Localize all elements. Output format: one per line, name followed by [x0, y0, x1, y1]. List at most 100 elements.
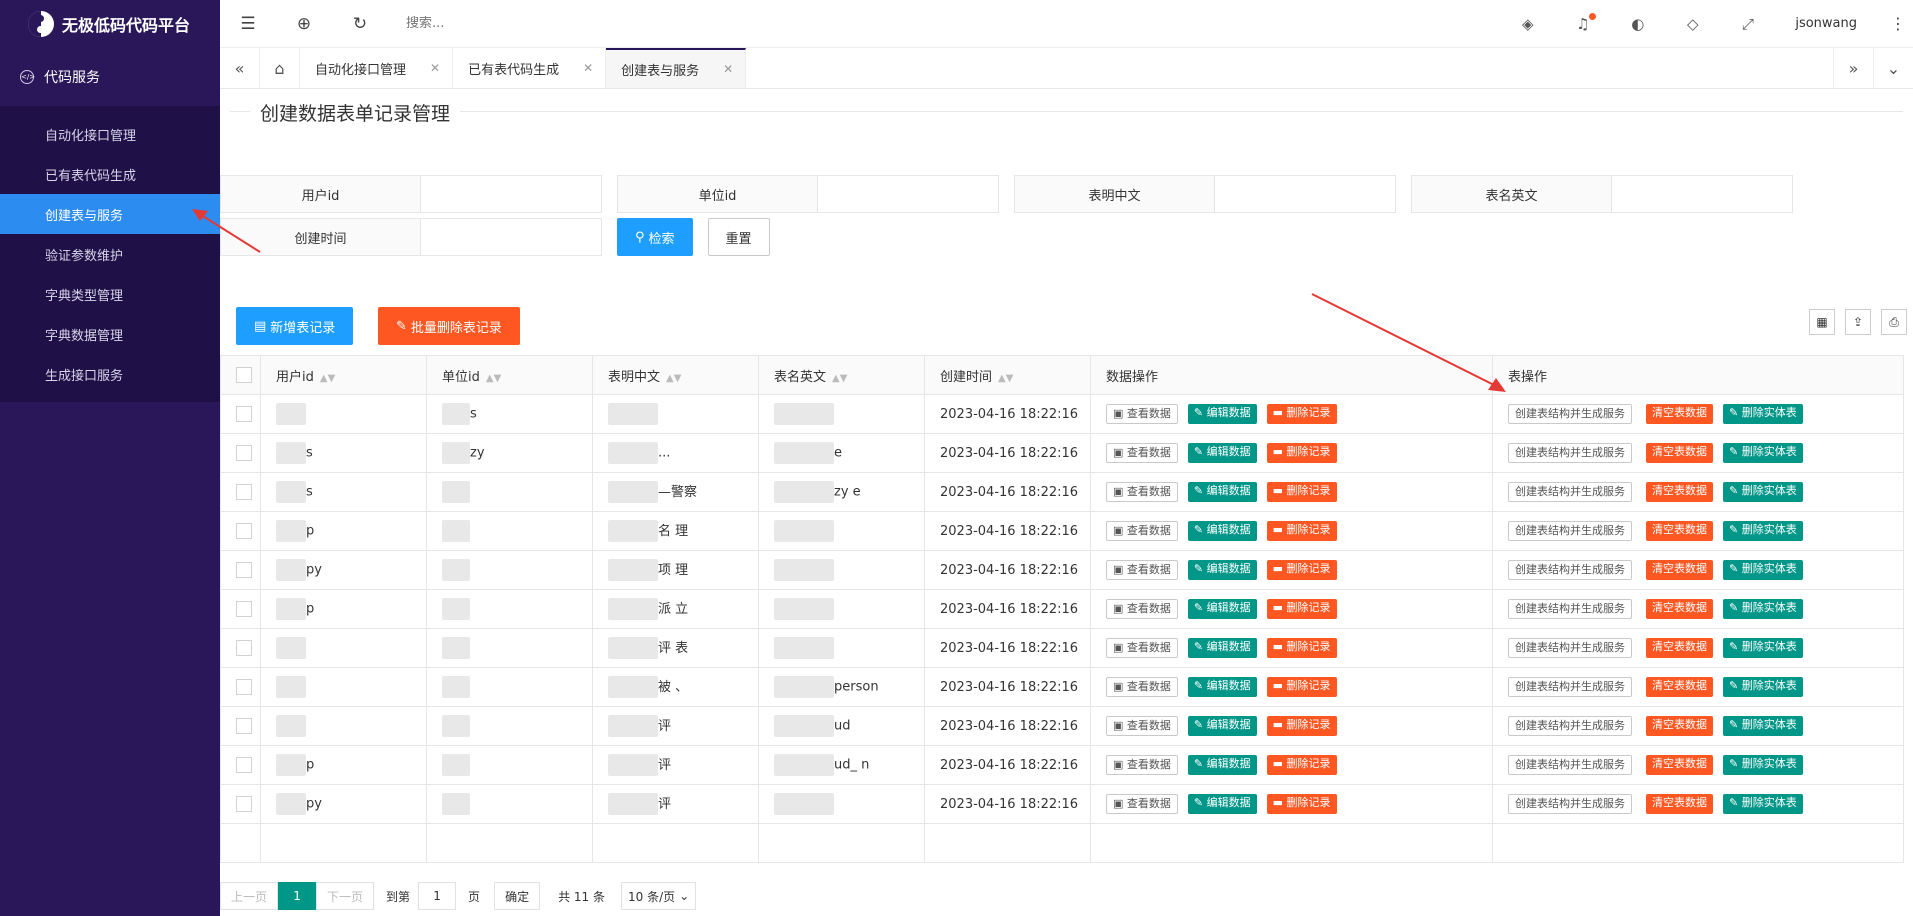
row-checkbox[interactable]: [236, 679, 252, 695]
create-table-service-button[interactable]: 创建表结构并生成服务: [1508, 482, 1632, 502]
close-icon[interactable]: ✕: [723, 62, 733, 76]
view-data-button[interactable]: ▣ 查看数据: [1106, 755, 1178, 775]
home-icon[interactable]: ⌂: [260, 48, 300, 88]
export-icon[interactable]: ⇪: [1845, 309, 1871, 335]
sidebar-item-generate-api[interactable]: 生成接口服务: [0, 354, 220, 394]
row-checkbox[interactable]: [236, 718, 252, 734]
clear-table-data-button[interactable]: 清空表数据: [1646, 560, 1713, 580]
clear-table-data-button[interactable]: 清空表数据: [1646, 677, 1713, 697]
drop-table-button[interactable]: ✎ 删除实体表: [1723, 755, 1803, 775]
create-table-service-button[interactable]: 创建表结构并生成服务: [1508, 755, 1632, 775]
create-table-service-button[interactable]: 创建表结构并生成服务: [1508, 443, 1632, 463]
edit-data-button[interactable]: ✎ 编辑数据: [1187, 404, 1257, 424]
goto-confirm-button[interactable]: 确定: [494, 882, 541, 910]
print-icon[interactable]: ⎙: [1881, 309, 1907, 335]
edit-data-button[interactable]: ✎ 编辑数据: [1187, 599, 1257, 619]
edit-data-button[interactable]: ✎ 编辑数据: [1187, 677, 1257, 697]
drop-table-button[interactable]: ✎ 删除实体表: [1723, 716, 1803, 736]
delete-record-button[interactable]: ▬ 删除记录: [1266, 677, 1337, 697]
drop-table-button[interactable]: ✎ 删除实体表: [1723, 599, 1803, 619]
view-data-button[interactable]: ▣ 查看数据: [1106, 482, 1178, 502]
tab-existing-table-codegen[interactable]: 已有表代码生成 ✕: [453, 48, 607, 88]
row-checkbox[interactable]: [236, 601, 252, 617]
row-checkbox[interactable]: [236, 406, 252, 422]
view-data-button[interactable]: ▣ 查看数据: [1106, 638, 1178, 658]
sidebar-item-validation-params[interactable]: 验证参数维护: [0, 234, 220, 274]
layers-icon[interactable]: ◈: [1500, 15, 1555, 33]
bell-icon[interactable]: ♫: [1555, 12, 1610, 33]
delete-record-button[interactable]: ▬ 删除记录: [1266, 716, 1337, 736]
view-data-button[interactable]: ▣ 查看数据: [1106, 404, 1178, 424]
edit-data-button[interactable]: ✎ 编辑数据: [1187, 482, 1257, 502]
view-data-button[interactable]: ▣ 查看数据: [1106, 443, 1178, 463]
close-icon[interactable]: ✕: [430, 61, 440, 75]
delete-record-button[interactable]: ▬ 删除记录: [1266, 404, 1337, 424]
brand-logo[interactable]: 无极低码代码平台: [0, 0, 220, 48]
delete-record-button[interactable]: ▬ 删除记录: [1266, 599, 1337, 619]
delete-record-button[interactable]: ▬ 删除记录: [1266, 560, 1337, 580]
row-checkbox[interactable]: [236, 523, 252, 539]
table-cn-input[interactable]: [1214, 175, 1396, 213]
drop-table-button[interactable]: ✎ 删除实体表: [1723, 443, 1803, 463]
edit-data-button[interactable]: ✎ 编辑数据: [1187, 755, 1257, 775]
row-checkbox[interactable]: [236, 562, 252, 578]
sort-icon[interactable]: ▲▼: [666, 373, 681, 384]
sidebar-group-code-service[interactable]: </> 代码服务: [0, 48, 220, 106]
reset-button[interactable]: 重置: [707, 218, 770, 256]
unit-id-input[interactable]: [817, 175, 999, 213]
edit-data-button[interactable]: ✎ 编辑数据: [1187, 638, 1257, 658]
create-table-service-button[interactable]: 创建表结构并生成服务: [1508, 677, 1632, 697]
page-1-button[interactable]: 1: [278, 882, 317, 910]
delete-record-button[interactable]: ▬ 删除记录: [1266, 443, 1337, 463]
drop-table-button[interactable]: ✎ 删除实体表: [1723, 482, 1803, 502]
column-header-user-id[interactable]: 用户id ▲▼: [260, 355, 427, 395]
goto-page-input[interactable]: 1: [418, 882, 457, 910]
row-checkbox[interactable]: [236, 484, 252, 500]
clear-table-data-button[interactable]: 清空表数据: [1646, 482, 1713, 502]
sidebar-item-dict-data[interactable]: 字典数据管理: [0, 314, 220, 354]
create-table-service-button[interactable]: 创建表结构并生成服务: [1508, 521, 1632, 541]
batch-delete-button[interactable]: ✎ 批量删除表记录: [378, 307, 520, 345]
drop-table-button[interactable]: ✎ 删除实体表: [1723, 560, 1803, 580]
clear-table-data-button[interactable]: 清空表数据: [1646, 404, 1713, 424]
drop-table-button[interactable]: ✎ 删除实体表: [1723, 677, 1803, 697]
sidebar-item-existing-table-codegen[interactable]: 已有表代码生成: [0, 154, 220, 194]
tab-api-management[interactable]: 自动化接口管理 ✕: [300, 48, 454, 88]
column-header-created[interactable]: 创建时间 ▲▼: [924, 355, 1091, 395]
sort-icon[interactable]: ▲▼: [320, 373, 335, 384]
row-checkbox[interactable]: [236, 796, 252, 812]
edit-data-button[interactable]: ✎ 编辑数据: [1187, 521, 1257, 541]
edit-data-button[interactable]: ✎ 编辑数据: [1187, 443, 1257, 463]
sort-icon[interactable]: ▲▼: [998, 373, 1013, 384]
delete-record-button[interactable]: ▬ 删除记录: [1266, 794, 1337, 814]
add-record-button[interactable]: ▤ 新增表记录: [236, 307, 354, 345]
menu-fold-icon[interactable]: ☰: [220, 14, 276, 34]
refresh-icon[interactable]: ↻: [332, 14, 388, 34]
select-all-checkbox[interactable]: [236, 367, 252, 383]
fullscreen-icon[interactable]: ⤢: [1720, 15, 1775, 33]
user-id-input[interactable]: [420, 175, 602, 213]
delete-record-button[interactable]: ▬ 删除记录: [1266, 521, 1337, 541]
view-data-button[interactable]: ▣ 查看数据: [1106, 677, 1178, 697]
tab-create-table-service[interactable]: 创建表与服务 ✕: [606, 48, 747, 88]
view-data-button[interactable]: ▣ 查看数据: [1106, 560, 1178, 580]
clear-table-data-button[interactable]: 清空表数据: [1646, 521, 1713, 541]
create-table-service-button[interactable]: 创建表结构并生成服务: [1508, 599, 1632, 619]
clear-table-data-button[interactable]: 清空表数据: [1646, 755, 1713, 775]
drop-table-button[interactable]: ✎ 删除实体表: [1723, 794, 1803, 814]
table-en-input[interactable]: [1611, 175, 1793, 213]
chevron-down-icon[interactable]: ⌄: [1873, 48, 1913, 88]
clear-table-data-button[interactable]: 清空表数据: [1646, 599, 1713, 619]
clear-table-data-button[interactable]: 清空表数据: [1646, 638, 1713, 658]
edit-data-button[interactable]: ✎ 编辑数据: [1187, 716, 1257, 736]
username[interactable]: jsonwang: [1775, 16, 1883, 31]
sidebar-item-create-table-service[interactable]: 创建表与服务: [0, 194, 220, 234]
clear-table-data-button[interactable]: 清空表数据: [1646, 794, 1713, 814]
page-size-select[interactable]: 10 条/页 ⌄: [620, 882, 697, 910]
search-input[interactable]: [406, 16, 706, 31]
search-button[interactable]: ⚲ 检索: [617, 218, 693, 256]
tabs-scroll-right-icon[interactable]: »: [1833, 48, 1873, 88]
create-table-service-button[interactable]: 创建表结构并生成服务: [1508, 716, 1632, 736]
delete-record-button[interactable]: ▬ 删除记录: [1266, 638, 1337, 658]
delete-record-button[interactable]: ▬ 删除记录: [1266, 755, 1337, 775]
